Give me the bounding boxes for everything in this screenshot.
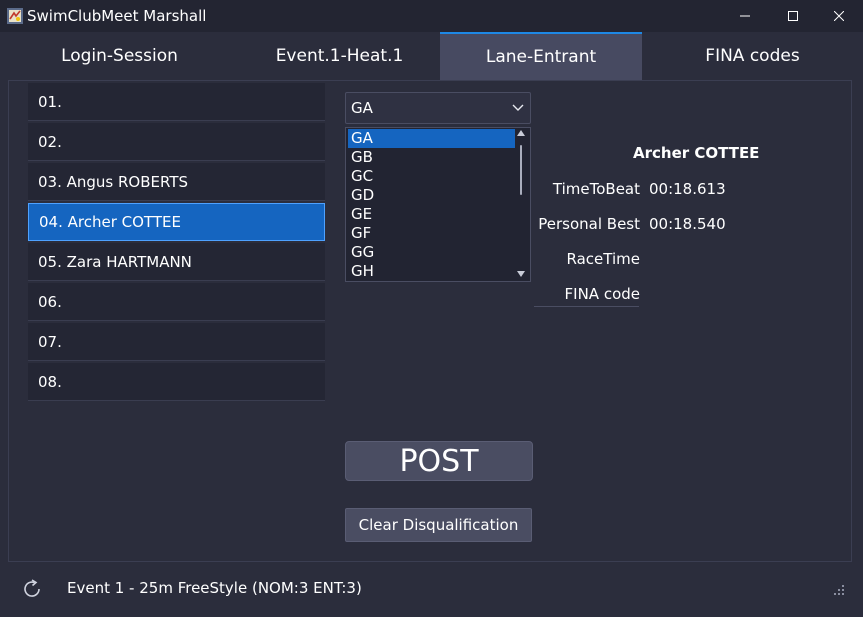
lane-item-02[interactable]: 02. (28, 123, 325, 161)
lane-item-05[interactable]: 05. Zara HARTMANN (28, 243, 325, 281)
list-item[interactable]: GA (348, 129, 515, 148)
maximize-button[interactable] (770, 0, 816, 32)
resize-grip-icon[interactable] (833, 584, 845, 596)
tab-login-session[interactable]: Login-Session (0, 32, 239, 80)
refresh-icon[interactable] (20, 577, 44, 601)
status-bar: Event 1 - 25m FreeStyle (NOM:3 ENT:3) (0, 563, 863, 617)
lane-item-01[interactable]: 01. (28, 83, 325, 121)
tab-fina-codes[interactable]: FINA codes (642, 32, 863, 80)
tab-lane-entrant[interactable]: Lane-Entrant (440, 32, 642, 80)
lane-item-06[interactable]: 06. (28, 283, 325, 321)
lane-item-07[interactable]: 07. (28, 323, 325, 361)
lane-item-03[interactable]: 03. Angus ROBERTS (28, 163, 325, 201)
lane-item-04[interactable]: 04. Archer COTTEE (28, 203, 325, 241)
close-button[interactable] (816, 0, 862, 32)
entrant-name: Archer COTTEE (633, 144, 760, 162)
maximize-icon (788, 11, 798, 21)
chevron-down-icon (512, 104, 524, 111)
minimize-button[interactable] (722, 0, 768, 32)
close-icon (834, 11, 844, 21)
time-to-beat-label: TimeToBeat (552, 180, 640, 198)
title-bar: SwimClubMeet Marshall (0, 0, 863, 32)
clear-disqualification-button[interactable]: Clear Disqualification (345, 508, 532, 542)
list-item[interactable]: GB (348, 148, 515, 167)
fina-code-divider (534, 306, 639, 307)
app-icon (7, 8, 23, 24)
fina-code-label: FINA code (564, 285, 640, 303)
personal-best-value: 00:18.540 (649, 215, 726, 233)
post-button[interactable]: POST (345, 441, 533, 481)
scroll-up-icon[interactable] (517, 130, 525, 136)
personal-best-label: Personal Best (538, 215, 640, 233)
fina-code-combo-value: GA (351, 99, 373, 117)
race-time-label: RaceTime (566, 250, 640, 268)
status-text: Event 1 - 25m FreeStyle (NOM:3 ENT:3) (67, 579, 362, 597)
tab-bar: Login-Session Event.1-Heat.1 Lane-Entran… (0, 32, 863, 80)
scroll-down-icon[interactable] (517, 271, 525, 277)
minimize-icon (740, 15, 750, 17)
fina-code-combo[interactable]: GA (345, 92, 531, 124)
window-title: SwimClubMeet Marshall (27, 7, 207, 25)
lane-item-08[interactable]: 08. (28, 363, 325, 401)
time-to-beat-value: 00:18.613 (649, 180, 726, 198)
tab-event-heat[interactable]: Event.1-Heat.1 (239, 32, 440, 80)
